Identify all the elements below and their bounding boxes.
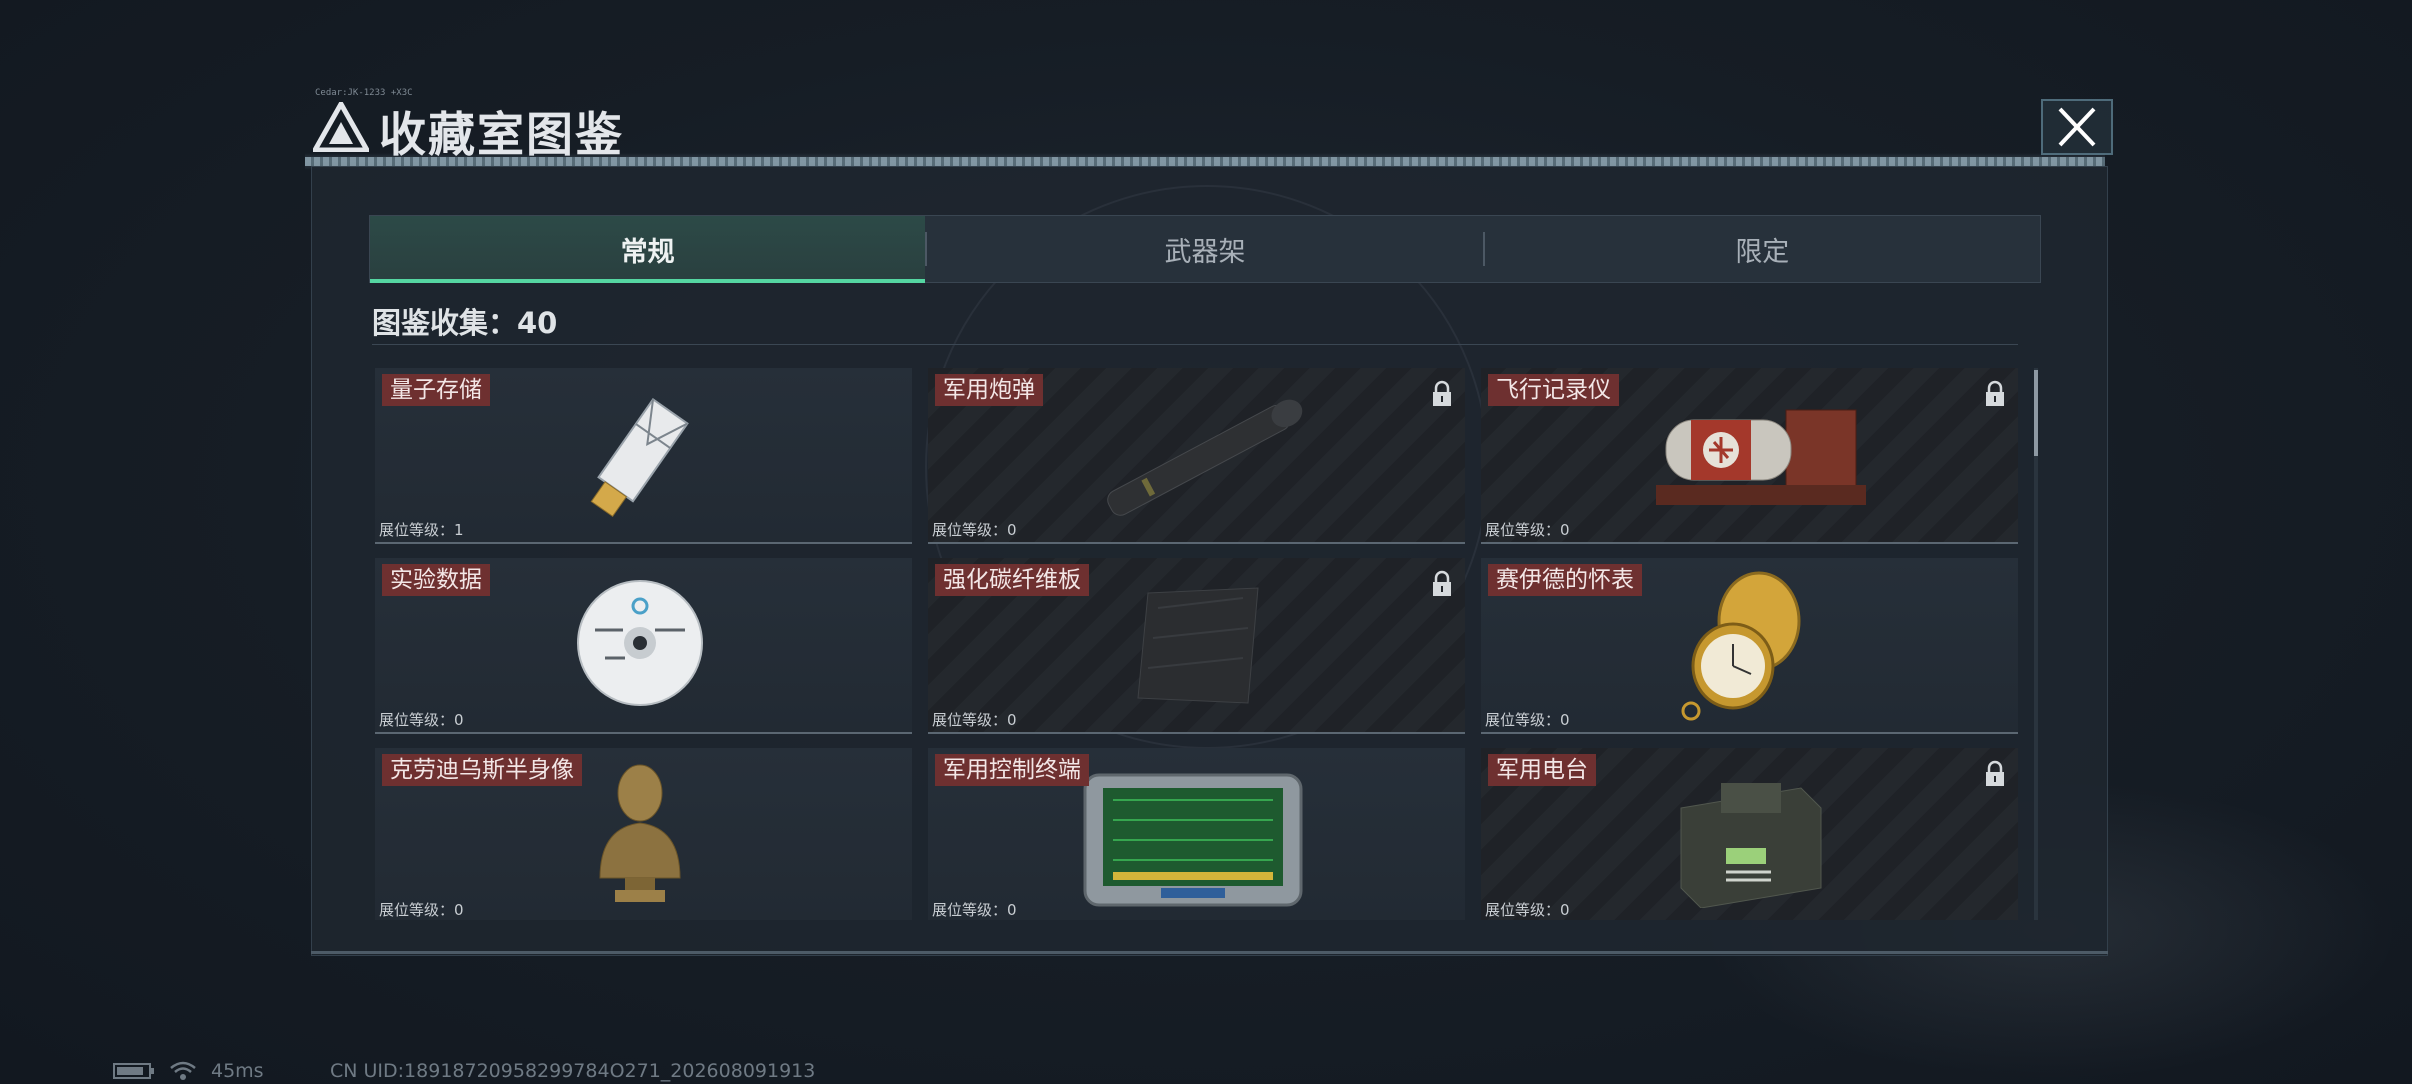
item-level: 展位等级：0 [1485, 711, 1570, 729]
lock-icon [1433, 380, 1451, 406]
control-terminal-icon [1083, 773, 1303, 907]
item-level: 展位等级：0 [379, 901, 464, 919]
item-level: 展位等级：0 [932, 901, 1017, 919]
user-uid: CN UID:18918720958299784O271_20260809191… [330, 1060, 816, 1082]
bust-icon [599, 764, 681, 902]
status-bar: 45ms [113, 1060, 264, 1082]
item-name: 强化碳纤维板 [935, 564, 1089, 596]
header-divider [305, 157, 2105, 166]
battery-icon [113, 1063, 154, 1079]
panel-bottom-edge [311, 951, 2108, 954]
item-name: 军用控制终端 [935, 754, 1089, 786]
lock-icon [1433, 570, 1451, 596]
disc-icon [577, 580, 703, 706]
item-card-quantum-storage[interactable]: 量子存储 展位等级：1 [375, 368, 912, 544]
item-level: 展位等级：1 [379, 521, 464, 539]
scrollbar-thumb[interactable] [2034, 370, 2038, 456]
wifi-icon [170, 1061, 196, 1080]
lock-icon [1986, 380, 2004, 406]
tab-regular[interactable]: 常规 [370, 216, 926, 283]
item-card-military-radio[interactable]: 军用电台 展位等级：0 [1481, 748, 2018, 920]
item-level: 展位等级：0 [379, 711, 464, 729]
flight-recorder-icon [1656, 409, 1866, 505]
lock-icon [1986, 760, 2004, 786]
item-name: 飞行记录仪 [1488, 374, 1619, 406]
item-name: 军用电台 [1488, 754, 1596, 786]
collection-count: 图鉴收集：40 [372, 306, 558, 340]
artillery-shell-icon [1107, 399, 1303, 516]
item-card-artillery-shell[interactable]: 军用炮弹 展位等级：0 [928, 368, 1465, 544]
item-card-flight-recorder[interactable]: 飞行记录仪 展位等级：0 [1481, 368, 2018, 544]
item-level: 展位等级：0 [1485, 521, 1570, 539]
item-name: 量子存储 [382, 374, 490, 406]
item-level: 展位等级：0 [932, 711, 1017, 729]
carbon-plate-icon [1137, 587, 1259, 704]
item-level: 展位等级：0 [932, 521, 1017, 539]
collection-divider [372, 344, 2018, 345]
item-card-claudius-bust[interactable]: 克劳迪乌斯半身像 展位等级：0 [375, 748, 912, 920]
item-name: 军用炮弹 [935, 374, 1043, 406]
item-name: 赛伊德的怀表 [1488, 564, 1642, 596]
item-card-experiment-data[interactable]: 实验数据 展位等级：0 [375, 558, 912, 734]
tab-weapon-rack[interactable]: 武器架 [927, 216, 1482, 282]
logo-triangle-icon [313, 102, 369, 152]
close-button[interactable] [2040, 98, 2114, 156]
item-card-saeed-pocket-watch[interactable]: 赛伊德的怀表 展位等级：0 [1481, 558, 2018, 734]
radio-icon [1680, 783, 1822, 908]
tab-bar: 常规 武器架 限定 [369, 215, 2041, 283]
item-card-carbon-fiber-plate[interactable]: 强化碳纤维板 展位等级：0 [928, 558, 1465, 734]
item-level: 展位等级：0 [1485, 901, 1570, 919]
ping-value: 45ms [211, 1060, 264, 1082]
item-grid: 量子存储 展位等级：1 军用炮弹 展位等级：0 飞行记录仪 展位等级：0 实验数… [375, 368, 2025, 920]
usb-drive-icon [590, 397, 689, 518]
item-name: 实验数据 [382, 564, 490, 596]
tab-limited[interactable]: 限定 [1485, 216, 2040, 282]
item-name: 克劳迪乌斯半身像 [382, 754, 582, 786]
pocket-watch-icon [1681, 571, 1801, 721]
item-card-military-control-terminal[interactable]: 军用控制终端 展位等级：0 [928, 748, 1465, 920]
